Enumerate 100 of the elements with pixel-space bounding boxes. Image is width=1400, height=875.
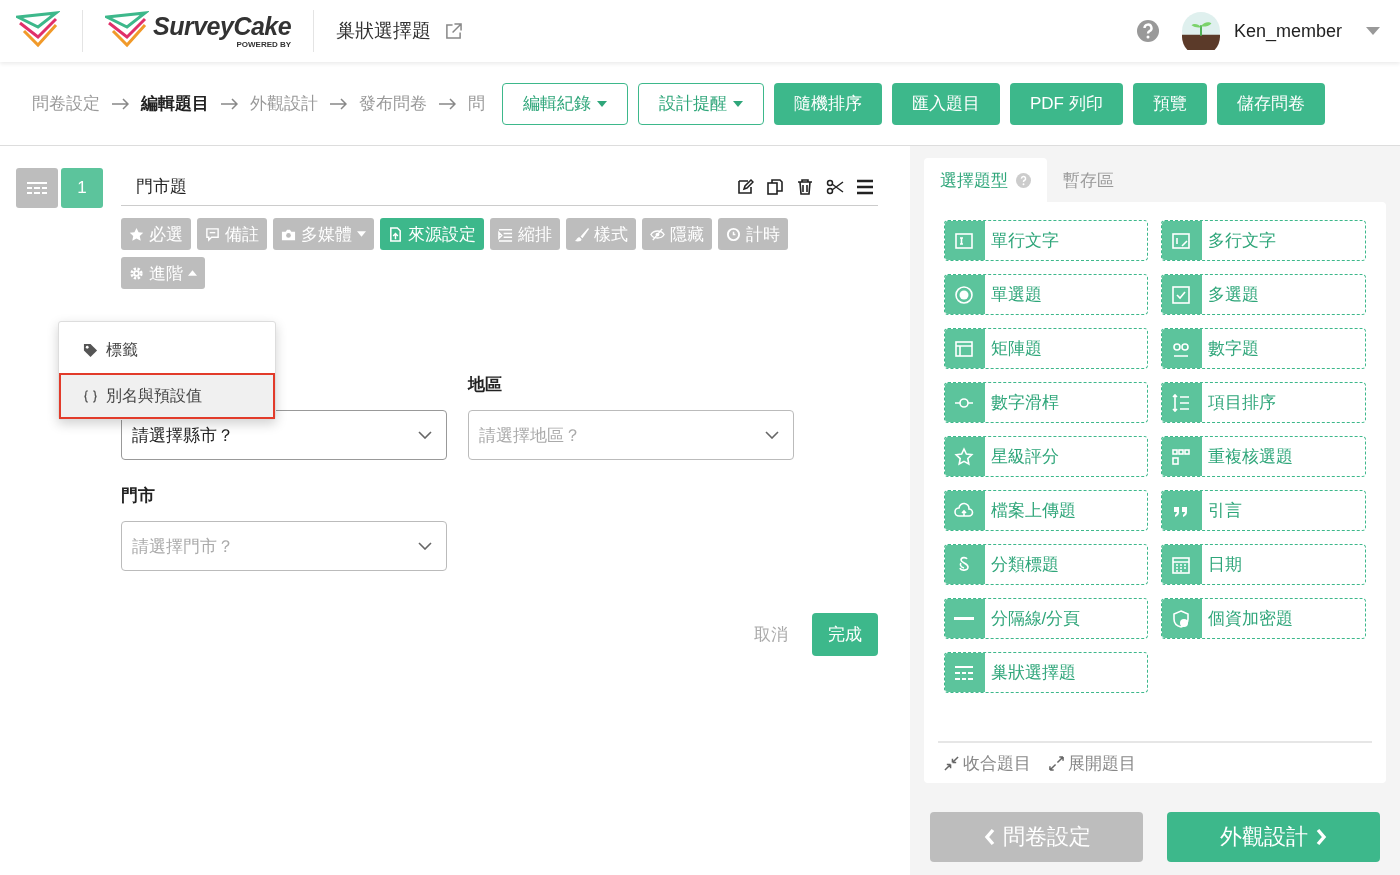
chevron-down-icon (418, 431, 432, 439)
chevron-left-icon (982, 828, 997, 846)
question-type-item[interactable]: 數字滑桿 (944, 382, 1148, 423)
arrow-icon (439, 96, 456, 111)
username[interactable]: Ken_member (1233, 20, 1342, 42)
nested-list-icon (27, 182, 47, 194)
menu-icon[interactable] (856, 177, 874, 196)
toolbar-button[interactable]: 匯入題目 (892, 82, 1000, 125)
advanced-chip[interactable]: 進階 (121, 257, 205, 289)
option-chip[interactable]: 備註 (197, 218, 267, 250)
caret-icon[interactable] (1366, 27, 1380, 35)
arrow-icon (221, 96, 238, 111)
file-upload-icon (388, 226, 403, 242)
checkbox-icon (1171, 284, 1191, 305)
toolbar-button[interactable]: 儲存問卷 (1216, 82, 1325, 125)
text-field-icon (954, 230, 974, 251)
question-type-item[interactable]: 分類標題 (944, 544, 1148, 585)
menu-item[interactable]: 別名與預設值 (59, 373, 275, 419)
question-type-item[interactable]: 多選題 (1161, 274, 1366, 315)
question-type-item[interactable]: 巢狀選擇題 (944, 652, 1148, 693)
menu-item[interactable]: 標籤 (59, 327, 275, 373)
option-chip[interactable]: 多媒體 (273, 218, 374, 250)
cancel-button[interactable]: 取消 (754, 623, 788, 646)
option-chip[interactable]: 來源設定 (380, 218, 484, 250)
question-type-item[interactable]: 日期 (1161, 544, 1366, 585)
arrow-icon (330, 96, 347, 111)
chevron-down-icon (765, 431, 779, 439)
brush-icon (574, 226, 589, 242)
back-button[interactable]: 問卷設定 (930, 812, 1143, 862)
breadcrumb-step[interactable]: 外觀設計 (250, 92, 318, 115)
select-field[interactable]: 請選擇縣市？ (121, 410, 447, 460)
indent-icon (498, 226, 513, 242)
trash-icon[interactable] (796, 177, 814, 196)
braces-icon (83, 388, 98, 404)
external-link-icon[interactable] (445, 22, 463, 40)
question-type-item[interactable]: 多行文字 (1161, 220, 1366, 261)
calendar-icon (1171, 554, 1191, 575)
survey-title: 巢狀選擇題 (336, 19, 432, 43)
panel-tab[interactable]: 暫存區 (1047, 158, 1130, 202)
question-type-item[interactable]: 星級評分 (944, 436, 1148, 477)
question-type-item[interactable]: 數字題 (1161, 328, 1366, 369)
question-type-item[interactable]: 矩陣題 (944, 328, 1148, 369)
comment-icon (205, 226, 220, 242)
expand-link[interactable]: 展開題目 (1049, 751, 1136, 775)
breadcrumb-step[interactable]: 編輯題目 (141, 92, 209, 115)
question-title: 門市題 (136, 176, 187, 198)
toolbar-button[interactable]: PDF 列印 (1010, 82, 1123, 125)
next-button[interactable]: 外觀設計 (1167, 812, 1380, 862)
select-field[interactable]: 請選擇門市？ (121, 521, 447, 571)
star-icon (954, 446, 974, 467)
scissors-icon[interactable] (826, 177, 844, 196)
copy-icon[interactable] (766, 177, 784, 196)
clock-icon (726, 226, 741, 242)
star-icon (129, 226, 144, 242)
breadcrumb-step[interactable]: 問 (468, 92, 485, 115)
toolbar-button[interactable]: 編輯紀錄 (502, 82, 628, 125)
breadcrumb-step[interactable]: 發布問卷 (359, 92, 427, 115)
gear-icon (129, 265, 144, 281)
option-chip[interactable]: 必選 (121, 218, 191, 250)
tag-icon (83, 342, 98, 358)
option-chip[interactable]: 計時 (718, 218, 788, 250)
breadcrumb-step[interactable]: 問卷設定 (32, 92, 100, 115)
divider-line-icon (954, 617, 974, 620)
collapse-icon (944, 755, 959, 771)
done-button[interactable]: 完成 (812, 613, 878, 656)
matrix-icon (954, 338, 974, 359)
field-label: 門市 (121, 485, 156, 507)
logo-subtext: POWERED BY (236, 40, 292, 49)
logo-text: SurveyCake (153, 13, 292, 39)
text-area-icon (1171, 230, 1191, 251)
toolbar-button[interactable]: 隨機排序 (774, 82, 882, 125)
grid-check-icon (1171, 446, 1191, 467)
toolbar-button[interactable]: 設計提醒 (638, 82, 764, 125)
option-chip[interactable]: 縮排 (490, 218, 560, 250)
question-type-item[interactable]: 單選題 (944, 274, 1148, 315)
question-number: 1 (61, 168, 103, 208)
toolbar-button[interactable]: 預覽 (1132, 82, 1207, 125)
field-label: 地區 (468, 374, 503, 396)
help-icon[interactable] (1135, 19, 1160, 43)
caret-icon (188, 270, 197, 276)
question-type-item[interactable]: 分隔線/分頁 (944, 598, 1148, 639)
question-type-item[interactable]: 項目排序 (1161, 382, 1366, 423)
question-type-item[interactable]: 重複核選題 (1161, 436, 1366, 477)
shield-lock-icon (1171, 608, 1191, 629)
question-type-item[interactable]: 個資加密題 (1161, 598, 1366, 639)
option-chip[interactable]: 隱藏 (642, 218, 712, 250)
question-type-item[interactable]: 引言 (1161, 490, 1366, 531)
panel-tab[interactable]: 選擇題型 (924, 158, 1047, 202)
hidden-eye-icon (650, 226, 665, 242)
question-type-item[interactable]: 單行文字 (944, 220, 1148, 261)
question-type-item[interactable]: 檔案上傳題 (944, 490, 1148, 531)
select-field[interactable]: 請選擇地區？ (468, 410, 794, 460)
radio-icon (954, 284, 974, 305)
chevron-down-icon (418, 542, 432, 550)
sort-list-icon (1171, 392, 1191, 413)
collapse-link[interactable]: 收合題目 (944, 751, 1031, 775)
avatar-icon[interactable] (1181, 12, 1220, 50)
edit-icon[interactable] (736, 177, 754, 196)
option-chip[interactable]: 樣式 (566, 218, 636, 250)
arrow-icon (112, 96, 129, 111)
